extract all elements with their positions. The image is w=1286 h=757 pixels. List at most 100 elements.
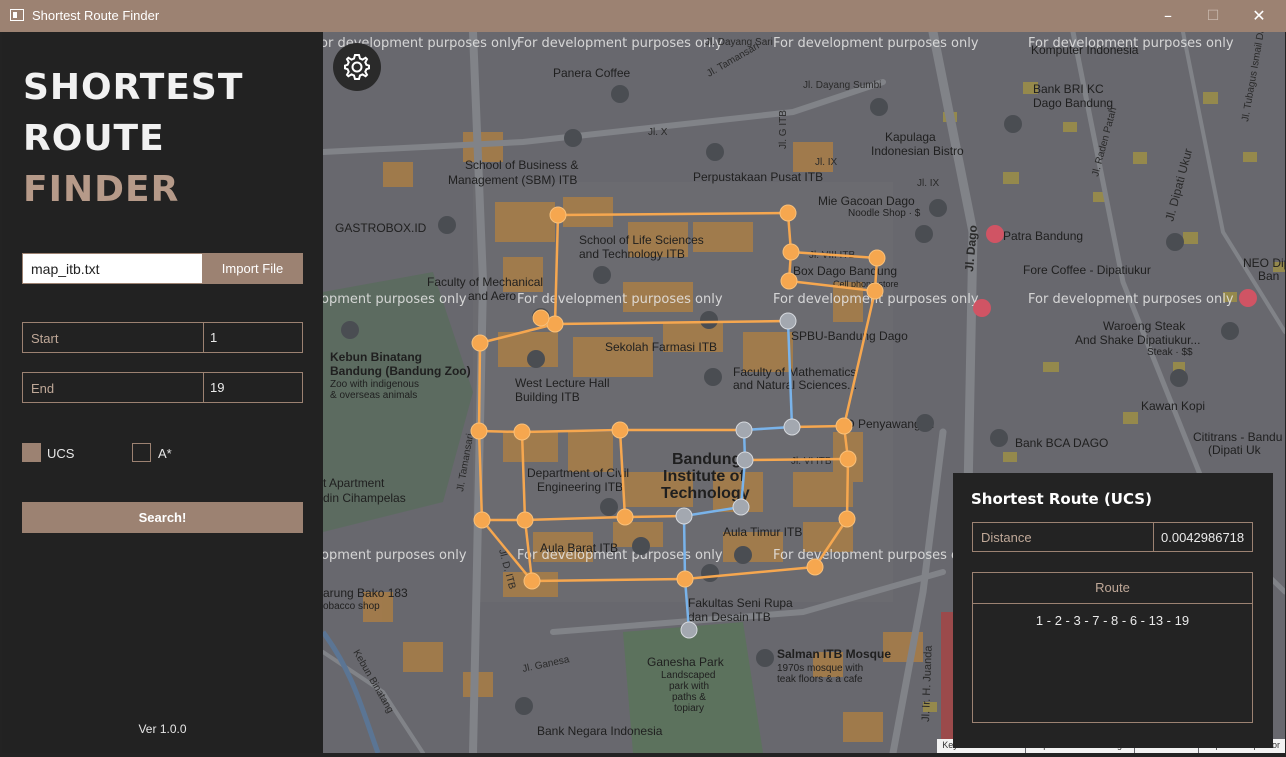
map-label: Department of Civil <box>527 466 629 480</box>
map-label: Perpustakaan Pusat ITB <box>693 170 823 184</box>
map-label: School of Life Sciences <box>579 233 704 247</box>
route-header: Route <box>973 573 1252 604</box>
close-button[interactable]: ✕ <box>1239 4 1279 28</box>
maximize-button[interactable]: ☐ <box>1193 4 1233 28</box>
map-watermark: For development purposes only <box>517 292 723 307</box>
map-label: School of Business & <box>465 158 578 172</box>
map-label: 1970s mosque with <box>777 663 863 674</box>
map-watermark: For development purposes only <box>323 548 467 563</box>
map-label: Bank BRI KC <box>1033 82 1104 96</box>
map-label: Fore Coffee - Dipatiukur <box>1023 263 1151 277</box>
map-label: Sekolah Farmasi ITB <box>605 340 717 354</box>
end-label: End <box>31 381 55 396</box>
map-label: Aula Timur ITB <box>723 525 802 539</box>
road-label: Jl. IX <box>917 178 940 189</box>
file-picker: map_itb.txt Import File <box>22 253 303 284</box>
result-title: Shortest Route (UCS) <box>971 490 1152 508</box>
result-panel: Shortest Route (UCS) Distance 0.00429867… <box>953 473 1273 748</box>
map-label: Bandung <box>672 451 741 468</box>
map-label: Kebun Binatang <box>330 350 422 364</box>
end-input[interactable] <box>210 380 300 395</box>
brand-line-2: ROUTE <box>23 118 165 159</box>
map-label: West Lecture Hall <box>515 376 609 390</box>
map-label: Management (SBM) ITB <box>448 173 577 187</box>
map-label: Panera Coffee <box>553 66 630 80</box>
route-value: 1 - 2 - 3 - 7 - 8 - 6 - 13 - 19 <box>1035 613 1190 628</box>
map-label: Noodle Shop · $ <box>848 208 921 219</box>
map-label: Steak · $$ <box>1147 347 1193 358</box>
map-label: park with <box>669 681 709 692</box>
distance-value: 0.0042986718 <box>1161 530 1245 545</box>
map-label: Bank Negara Indonesia <box>537 724 663 738</box>
road-label: Jl. IX <box>815 157 838 168</box>
map-label: din Cihampelas <box>323 491 406 505</box>
map-label: GASTROBOX.ID <box>335 221 427 235</box>
distance-label: Distance <box>981 530 1032 545</box>
ucs-checkbox[interactable] <box>22 443 41 462</box>
search-button[interactable]: Search! <box>22 502 303 533</box>
distance-field: Distance 0.0042986718 <box>972 522 1253 552</box>
map-label: Waroeng Steak <box>1103 319 1186 333</box>
map-label: topiary <box>674 703 704 714</box>
map-label: Technology <box>661 485 750 502</box>
window-title: Shortest Route Finder <box>32 8 160 23</box>
map-label: Dago Bandung <box>1033 96 1113 110</box>
map-label: Bandung (Bandung Zoo) <box>330 364 471 378</box>
map-label: t Apartment <box>323 476 385 490</box>
map-label: arung Bako 183 <box>323 586 408 600</box>
file-name-field[interactable]: map_itb.txt <box>22 253 203 284</box>
map-watermark: For development purposes only <box>773 548 979 563</box>
title-bar: Shortest Route Finder – ☐ ✕ <box>0 0 1286 32</box>
astar-checkbox[interactable] <box>132 443 151 462</box>
map-label: Landscaped <box>661 670 716 681</box>
map-watermark: For development purposes only <box>517 36 723 51</box>
map-label: Komputer Indonesia <box>1031 43 1139 57</box>
ucs-label: UCS <box>47 446 75 461</box>
road-label: Jl. Dayang Sari <box>705 37 773 48</box>
import-file-button[interactable]: Import File <box>202 253 303 284</box>
map-label: Mie Gacoan Dago <box>818 194 915 208</box>
map-watermark: For development purposes only <box>1028 292 1234 307</box>
map-label: Indonesian Bistro <box>871 144 964 158</box>
gear-icon <box>344 54 370 80</box>
map-label: Ganesha Park <box>647 655 725 669</box>
brand-title: SHORTEST ROUTE FINDER <box>23 62 243 215</box>
app-window: Shortest Route Finder – ☐ ✕ SHORTEST ROU… <box>0 0 1286 757</box>
map-label: Aula Barat ITB <box>540 541 618 555</box>
map-label: Ban <box>1258 269 1279 283</box>
map-label: and Technology ITB <box>579 247 685 261</box>
route-box: Route 1 - 2 - 3 - 7 - 8 - 6 - 13 - 19 <box>972 572 1253 723</box>
map-label: Kapulaga <box>885 130 936 144</box>
map-label: and Aero <box>468 289 516 303</box>
end-field: End <box>22 372 303 403</box>
sidebar: SHORTEST ROUTE FINDER map_itb.txt Import… <box>2 32 323 753</box>
map-label: Bank BCA DAGO <box>1015 436 1108 450</box>
map-label: teak floors & a cafe <box>777 674 863 685</box>
map-label: Faculty of Mathematics <box>733 365 856 379</box>
map-label: dan Desain ITB <box>688 610 771 624</box>
settings-button[interactable] <box>333 43 381 91</box>
map-label: Fakultas Seni Rupa <box>688 596 793 610</box>
astar-label: A* <box>158 446 172 461</box>
map-label: And Shake Dipatiukur... <box>1075 333 1200 347</box>
map-label: Box Dago Bandung <box>793 264 897 278</box>
minimize-button[interactable]: – <box>1148 4 1188 28</box>
version-label: Ver 1.0.0 <box>138 722 187 736</box>
road-label: Jl. X <box>648 127 668 138</box>
map-label: paths & <box>672 692 706 703</box>
map-label: Building ITB <box>515 390 580 404</box>
map-label: Faculty of Mechanical <box>427 275 543 289</box>
brand-line-3: FINDER <box>23 169 180 210</box>
map-label: (Dipati Uk <box>1208 443 1262 457</box>
map-label: & overseas animals <box>330 390 417 401</box>
road-label: Jl. G ITB <box>778 110 789 149</box>
map-label: NEO Dipa <box>1243 256 1285 270</box>
start-input[interactable] <box>210 330 300 345</box>
map-label: SPBU-Bandung Dago <box>791 329 908 343</box>
map-label: Patra Bandung <box>1003 229 1083 243</box>
map-label: Salman ITB Mosque <box>777 647 891 661</box>
map-watermark: For development purposes only <box>323 292 467 307</box>
start-label: Start <box>31 331 59 346</box>
map-label: Institute of <box>663 468 745 485</box>
map-label: obacco shop <box>323 601 380 612</box>
